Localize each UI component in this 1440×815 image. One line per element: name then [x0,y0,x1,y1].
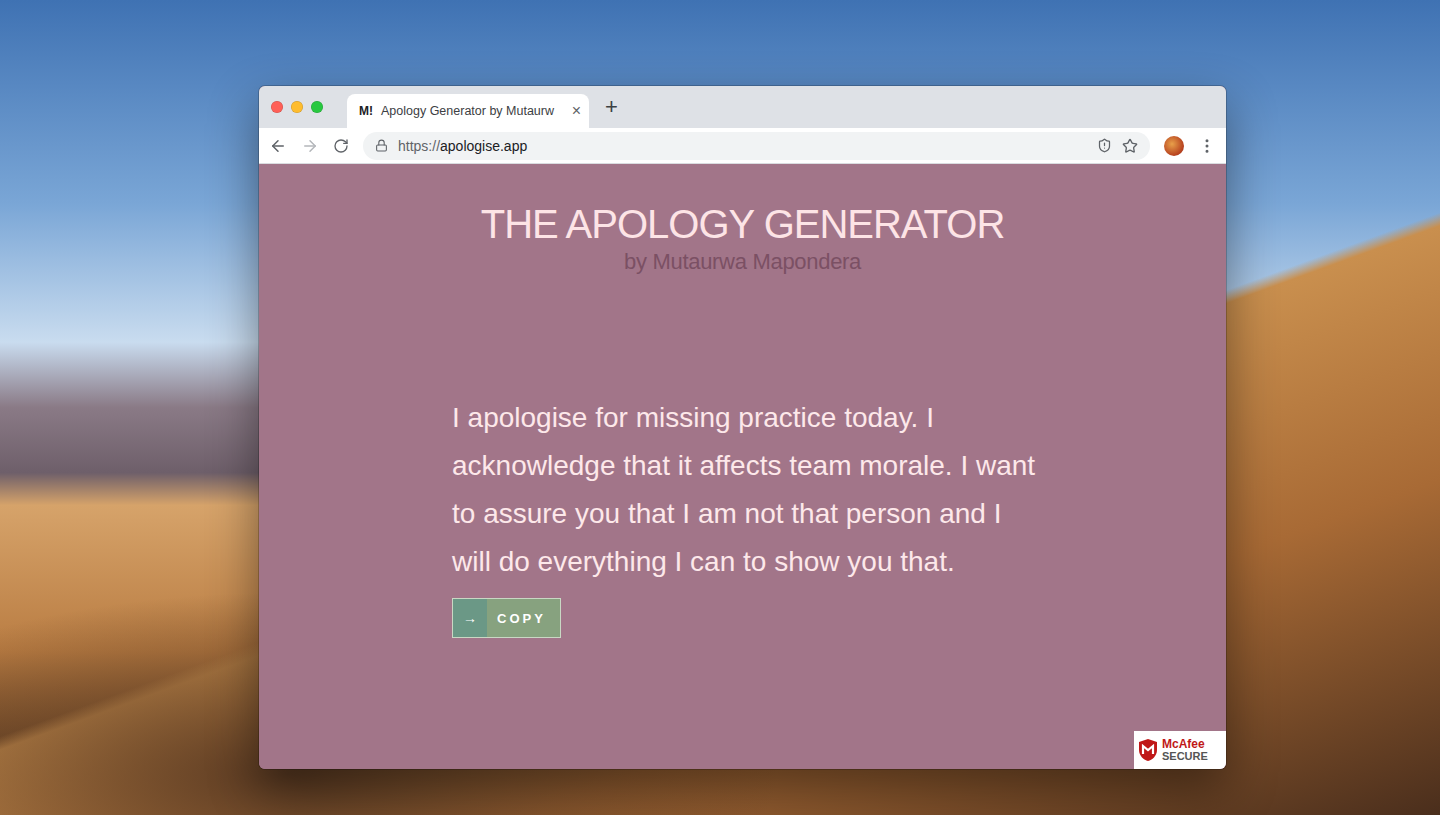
page-content: THE APOLOGY GENERATORby Mutaurwa Maponde… [259,164,1226,769]
tab-bar: M! Apology Generator by Mutaurw × + [259,86,1226,128]
new-tab-button[interactable]: + [605,94,618,120]
url: https://apologise.app [398,138,1087,154]
apology-text: I apologise for missing practice today. … [452,394,1042,586]
reload-button[interactable] [333,138,349,154]
mcafee-shield-icon [1138,738,1158,762]
address-bar[interactable]: https://apologise.app [363,132,1150,160]
page-title: THE APOLOGY GENERATOR [481,200,1005,248]
tab-close-button[interactable]: × [572,102,581,120]
apology-section: I apologise for missing practice today. … [452,394,1042,638]
minimize-button[interactable] [291,101,303,113]
favicon: M! [359,104,373,118]
window-controls [271,101,323,113]
arrow-icon: → [453,599,487,637]
lock-icon [375,139,388,152]
mcafee-badge[interactable]: McAfeeSECURE [1134,731,1226,769]
tab-title: Apology Generator by Mutaurw [381,104,564,118]
profile-avatar[interactable] [1164,136,1184,156]
bookmark-star-icon[interactable] [1122,138,1138,154]
menu-button[interactable] [1198,137,1216,155]
byline: by Mutaurwa Mapondera [624,248,861,276]
desktop: M! Apology Generator by Mutaurw × + https://… [0,0,1440,815]
reload-icon [333,138,349,154]
back-button[interactable] [269,137,287,155]
kebab-menu-icon [1198,137,1216,155]
badge-text: McAfeeSECURE [1162,738,1208,762]
extension-shield-icon[interactable] [1097,138,1112,153]
zoom-button[interactable] [311,101,323,113]
copy-button[interactable]: →COPY [452,598,561,638]
forward-arrow-icon [301,137,319,155]
toolbar: https://apologise.app [259,128,1226,164]
browser-window: M! Apology Generator by Mutaurw × + https://… [259,86,1226,769]
copy-label: COPY [487,599,560,637]
browser-tab[interactable]: M! Apology Generator by Mutaurw × [347,94,589,128]
back-arrow-icon [269,137,287,155]
forward-button[interactable] [301,137,319,155]
close-button[interactable] [271,101,283,113]
